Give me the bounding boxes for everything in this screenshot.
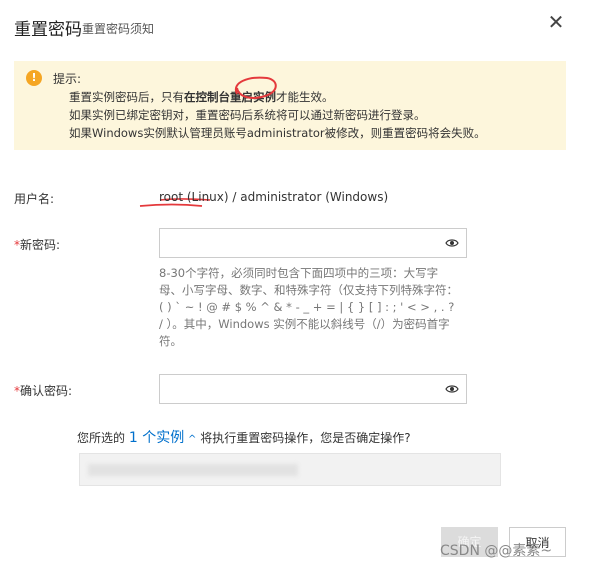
new-password-label-text: 新密码: <box>20 238 61 252</box>
username-label: 用户名: <box>14 192 55 206</box>
notice-line-2: 如果实例已绑定密钥对，重置密码后系统将可以通过新密码进行登录。 <box>69 108 426 122</box>
new-password-field[interactable] <box>159 228 467 258</box>
notice-title: 提示: <box>53 72 82 86</box>
notice-box: ! 提示: 重置实例密码后，只有在控制台重启实例才能生效。 如果实例已绑定密钥对… <box>14 61 566 150</box>
warning-icon: ! <box>26 70 42 86</box>
confirm-password-label-text: 确认密码: <box>20 384 73 398</box>
notice-line-1-pre: 重置实例密码后，只有 <box>69 90 184 104</box>
new-password-label: *新密码: <box>14 236 60 253</box>
confirm-post: 将执行重置密码操作，您是否确定操作? <box>200 431 411 445</box>
chevron-up-icon[interactable]: ^ <box>188 434 196 445</box>
instance-list-box <box>79 453 501 486</box>
eye-icon[interactable] <box>445 383 459 395</box>
annotation-circle <box>234 76 277 99</box>
blurred-instance-id <box>88 464 298 476</box>
watermark: CSDN @@素素~ <box>440 543 553 559</box>
confirm-message: 您所选的 1 个实例 ^ 将执行重置密码操作，您是否确定操作? <box>77 427 411 447</box>
eye-icon[interactable] <box>445 237 459 249</box>
reset-password-dialog: 重置密码 重置密码须知 ✕ ! 提示: 重置实例密码后，只有在控制台重启实例才能… <box>0 0 590 567</box>
confirm-password-label: *确认密码: <box>14 382 72 399</box>
notice-line-3: 如果Windows实例默认管理员账号administrator被修改，则重置密码… <box>69 126 486 140</box>
confirm-password-field[interactable] <box>159 374 467 404</box>
notice-line-1: 重置实例密码后，只有在控制台重启实例才能生效。 <box>69 89 334 105</box>
password-hint: 8-30个字符，必须同时包含下面四项中的三项：大写字母、小写字母、数字、和特殊字… <box>159 266 458 348</box>
confirm-pre: 您所选的 <box>77 431 126 445</box>
instance-count-link[interactable]: 1 个实例 <box>129 430 184 446</box>
close-icon[interactable]: ✕ <box>545 11 567 33</box>
notice-line-1-post: 才能生效。 <box>276 90 334 104</box>
username-value: root (Linux) / administrator (Windows) <box>159 190 389 204</box>
dialog-title: 重置密码 <box>14 20 82 40</box>
dialog-subtitle: 重置密码须知 <box>82 22 155 36</box>
